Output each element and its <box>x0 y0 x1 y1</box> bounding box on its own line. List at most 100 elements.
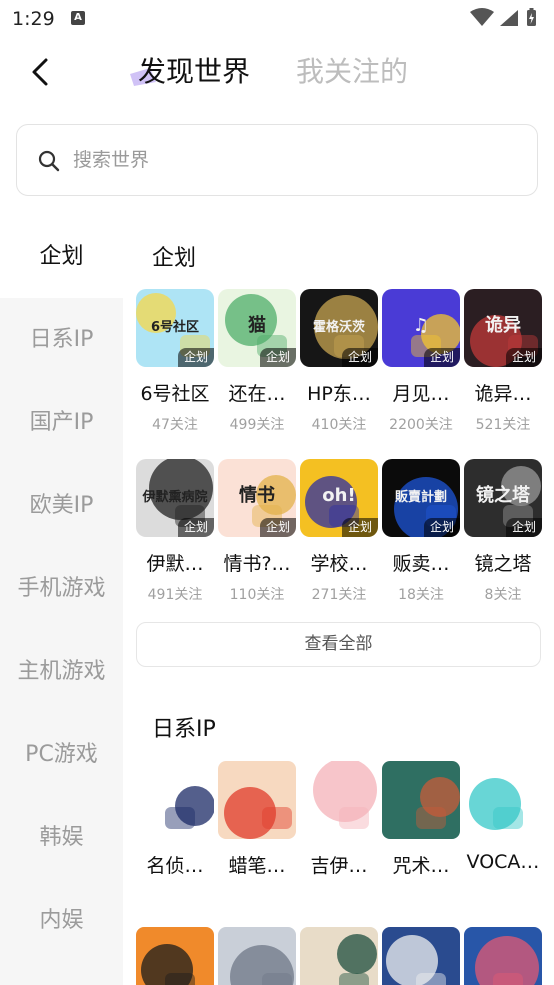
planning-card[interactable]: 6号社区企划 6号社区 47关注 <box>136 289 214 433</box>
sidebar-item-console-games[interactable]: 主机游戏 <box>0 631 123 713</box>
tab-following[interactable]: 我关注的 <box>296 52 408 92</box>
planning-name: 情书?… <box>223 553 291 575</box>
sidebar-item-mobile-games[interactable]: 手机游戏 <box>0 548 123 630</box>
ip-name: VOCA… <box>466 851 540 873</box>
tab-discover-world[interactable]: 发现世界 <box>138 52 250 92</box>
category-sidebar: 企划 日系IP 国产IP 欧美IP 手机游戏 主机游戏 PC游戏 韩娱 内娱 <box>0 216 123 985</box>
sidebar-item-japan-ip[interactable]: 日系IP <box>0 299 123 381</box>
planning-card[interactable]: 販賣計劃企划贩卖… 18关注 <box>382 459 460 603</box>
ip-card[interactable]: 名侦… <box>136 761 214 877</box>
cover-text: 镜之塔 <box>476 484 531 506</box>
sidebar-item-planning[interactable]: 企划 <box>0 216 123 298</box>
ip-thumbnail <box>218 761 296 839</box>
planning-card[interactable]: 情书 企划 情书?… 110关注 <box>218 459 296 603</box>
planning-tag: 企划 <box>505 348 542 367</box>
ip-card[interactable]: 蜡笔… <box>218 761 296 877</box>
cover-image <box>218 761 296 839</box>
planning-card[interactable]: 伊默熏病院 企划伊默… 491关注 <box>136 459 214 603</box>
sidebar-item-korean-ent[interactable]: 韩娱 <box>0 797 123 879</box>
view-all-button[interactable]: 查看全部 <box>136 622 541 667</box>
sidebar-item-china-ent[interactable]: 内娱 <box>0 880 123 962</box>
planning-card[interactable]: ♫ 企划 月见… 2200关注 <box>382 289 460 433</box>
follower-count: 18关注 <box>398 587 444 603</box>
planning-card[interactable]: 霍格沃茨企划 HP东… 410关注 <box>300 289 378 433</box>
planning-card[interactable]: oh! 企划 学校… 271关注 <box>300 459 378 603</box>
sidebar-item-china-ip[interactable]: 国产IP <box>0 382 123 464</box>
cover-image <box>218 927 296 985</box>
signal-battery-icons <box>470 8 536 26</box>
ip-name: 咒术… <box>392 855 450 877</box>
cover-image <box>300 761 378 839</box>
cover-text: 情书 <box>239 485 275 506</box>
cover-text: ♫ <box>413 315 429 336</box>
planning-tag: 企划 <box>341 348 378 367</box>
cover-image <box>382 761 460 839</box>
planning-name: 伊默… <box>146 553 204 575</box>
planning-card[interactable]: 镜之塔 企划 镜之塔 8关注 <box>464 459 542 603</box>
planning-thumbnail: 镜之塔 企划 <box>464 459 542 537</box>
planning-thumbnail: 霍格沃茨企划 <box>300 289 378 367</box>
ip-card[interactable]: 吉伊… <box>300 761 378 877</box>
ip-name: 蜡笔… <box>228 855 286 877</box>
ip-card[interactable] <box>382 927 460 985</box>
planning-thumbnail: 販賣計劃企划 <box>382 459 460 537</box>
ip-card[interactable] <box>300 927 378 985</box>
ip-card[interactable] <box>218 927 296 985</box>
planning-tag: 企划 <box>423 518 460 537</box>
planning-tag: 企划 <box>259 348 296 367</box>
back-button[interactable] <box>24 52 60 92</box>
ip-card[interactable] <box>136 927 214 985</box>
cover-text: 霍格沃茨 <box>313 319 366 335</box>
cover-image <box>300 927 378 985</box>
planning-card[interactable]: 猫企划 还在… 499关注 <box>218 289 296 433</box>
header: 发现世界 我关注的 <box>0 38 554 108</box>
ip-name: 名侦… <box>146 855 204 877</box>
chevron-left-icon <box>32 58 48 86</box>
ip-thumbnail <box>300 927 378 985</box>
planning-card[interactable]: 诡异 企划 诡异… 521关注 <box>464 289 542 433</box>
search-placeholder: 搜索世界 <box>73 149 150 171</box>
ip-card[interactable]: 咒术… <box>382 761 460 877</box>
follower-count: 499关注 <box>229 417 285 433</box>
planning-name: 贩卖… <box>392 553 450 575</box>
sidebar-item-pc-games[interactable]: PC游戏 <box>0 714 123 796</box>
ip-card[interactable] <box>464 927 542 985</box>
sidebar-item-western-ip[interactable]: 欧美IP <box>0 465 123 547</box>
title-tabs: 发现世界 我关注的 <box>128 52 458 96</box>
search-input[interactable]: 搜索世界 <box>16 124 538 196</box>
follower-count: 271关注 <box>311 587 367 603</box>
ip-thumbnail <box>218 927 296 985</box>
cover-text: 6号社区 <box>151 319 199 335</box>
planning-tag: 企划 <box>177 348 214 367</box>
notification-icon: A <box>71 11 85 25</box>
follower-count: 8关注 <box>484 587 522 603</box>
ip-card[interactable]: VOCA… <box>464 761 542 873</box>
ip-thumbnail <box>300 761 378 839</box>
cover-image <box>464 927 542 985</box>
follower-count: 491关注 <box>147 587 203 603</box>
ip-name: 吉伊… <box>310 855 368 877</box>
cover-text: 猫 <box>248 314 266 336</box>
planning-thumbnail: 6号社区企划 <box>136 289 214 367</box>
cover-text: 販賣計劃 <box>395 489 447 505</box>
ip-thumbnail <box>136 761 214 839</box>
follower-count: 47关注 <box>152 417 198 433</box>
planning-thumbnail: ♫ 企划 <box>382 289 460 367</box>
planning-thumbnail: 伊默熏病院 企划 <box>136 459 214 537</box>
planning-name: 学校… <box>310 553 368 575</box>
ip-thumbnail <box>382 927 460 985</box>
follower-count: 2200关注 <box>389 417 453 433</box>
ip-thumbnail <box>136 927 214 985</box>
planning-name: 镜之塔 <box>474 553 532 575</box>
follower-count: 521关注 <box>475 417 531 433</box>
section-title-japan-ip: 日系IP <box>152 717 216 742</box>
ip-thumbnail <box>464 761 542 839</box>
ip-thumbnail <box>464 927 542 985</box>
cover-image <box>464 761 542 839</box>
planning-tag: 企划 <box>423 348 460 367</box>
planning-thumbnail: 情书 企划 <box>218 459 296 537</box>
planning-name: HP东… <box>307 383 371 405</box>
planning-thumbnail: 猫企划 <box>218 289 296 367</box>
follower-count: 410关注 <box>311 417 367 433</box>
planning-thumbnail: 诡异 企划 <box>464 289 542 367</box>
